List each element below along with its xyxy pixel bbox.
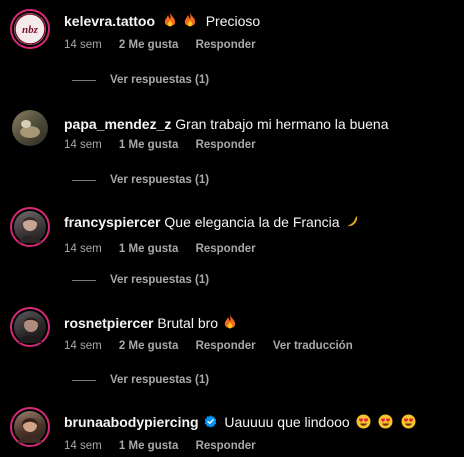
likes-count[interactable]: 1 Me gusta: [119, 139, 178, 151]
avatar[interactable]: nbz: [10, 9, 50, 49]
heart-eyes-emoji: [378, 414, 393, 433]
comment-username[interactable]: papa_mendez_z: [64, 116, 171, 132]
verified-badge-icon: [204, 414, 217, 432]
view-replies-button[interactable]: Ver respuestas (1): [72, 74, 209, 86]
comment-meta: 14 sem 1 Me gusta Responder: [64, 243, 270, 255]
view-replies-label: Ver respuestas (1): [110, 74, 210, 86]
comment-time: 14 sem: [64, 243, 102, 255]
avatar[interactable]: [10, 108, 50, 148]
view-replies-label: Ver respuestas (1): [110, 274, 210, 286]
comment-meta: 14 sem 2 Me gusta Responder Ver traducci…: [64, 340, 367, 352]
comment-body: rosnetpiercer Brutal bro: [64, 314, 238, 334]
view-replies-button[interactable]: Ver respuestas (1): [72, 174, 209, 186]
comment-text: Gran trabajo mi hermano la buena: [175, 116, 389, 132]
comment-time: 14 sem: [64, 440, 102, 452]
comment-time: 14 sem: [64, 340, 102, 352]
heart-eyes-emoji: [401, 414, 416, 433]
comment-meta: 14 sem 1 Me gusta Responder: [64, 440, 270, 452]
avatar-photo: [12, 110, 48, 146]
reply-button[interactable]: Responder: [196, 440, 256, 452]
comment-text: Que elegancia la de Francia: [164, 214, 340, 230]
avatar[interactable]: [10, 307, 50, 347]
avatar[interactable]: [10, 407, 50, 447]
crescent-moon-emoji: [345, 214, 359, 232]
divider-line: [72, 179, 96, 181]
divider-line: [72, 79, 96, 81]
fire-emoji: [184, 12, 196, 32]
avatar[interactable]: [10, 207, 50, 247]
comment-username[interactable]: rosnetpiercer: [64, 315, 153, 331]
likes-count[interactable]: 2 Me gusta: [119, 340, 178, 352]
view-replies-label: Ver respuestas (1): [110, 374, 210, 386]
comment-username[interactable]: kelevra.tattoo: [64, 13, 155, 29]
reply-button[interactable]: Responder: [196, 139, 256, 151]
comment-username[interactable]: francyspiercer: [64, 214, 161, 230]
comment-text: Precioso: [205, 13, 261, 29]
reply-button[interactable]: Responder: [196, 243, 256, 255]
comment-body: francyspiercer Que elegancia la de Franc…: [64, 213, 361, 232]
view-replies-button[interactable]: Ver respuestas (1): [72, 274, 209, 286]
translate-button[interactable]: Ver traducción: [273, 340, 353, 352]
comment-meta: 14 sem 1 Me gusta Responder: [64, 139, 270, 151]
reply-button[interactable]: Responder: [196, 39, 256, 51]
divider-line: [72, 379, 96, 381]
divider-line: [72, 279, 96, 281]
heart-eyes-emoji: [356, 414, 371, 433]
svg-text:nbz: nbz: [22, 24, 39, 36]
comment-username[interactable]: brunaabodypiercing: [64, 414, 199, 430]
likes-count[interactable]: 1 Me gusta: [119, 243, 178, 255]
comment-body: brunaabodypiercing Uauuuu que lindooo: [64, 413, 418, 433]
comment-text: Brutal bro: [157, 315, 219, 331]
fire-emoji: [224, 314, 236, 334]
avatar-logo: nbz: [14, 13, 46, 45]
comment-time: 14 sem: [64, 39, 102, 51]
comment-meta: 14 sem 2 Me gusta Responder: [64, 39, 270, 51]
comment-text: Uauuuu que lindooo: [224, 414, 350, 430]
comment-body: kelevra.tattoo Precioso: [64, 12, 260, 32]
fire-emoji: [164, 12, 176, 32]
likes-count[interactable]: 2 Me gusta: [119, 39, 178, 51]
likes-count[interactable]: 1 Me gusta: [119, 440, 178, 452]
reply-button[interactable]: Responder: [196, 340, 256, 352]
view-replies-button[interactable]: Ver respuestas (1): [72, 374, 209, 386]
comment-body: papa_mendez_z Gran trabajo mi hermano la…: [64, 115, 389, 133]
avatar-photo: [14, 411, 46, 443]
avatar-photo: [14, 211, 46, 243]
view-replies-label: Ver respuestas (1): [110, 174, 210, 186]
avatar-photo: [14, 311, 46, 343]
comment-time: 14 sem: [64, 139, 102, 151]
